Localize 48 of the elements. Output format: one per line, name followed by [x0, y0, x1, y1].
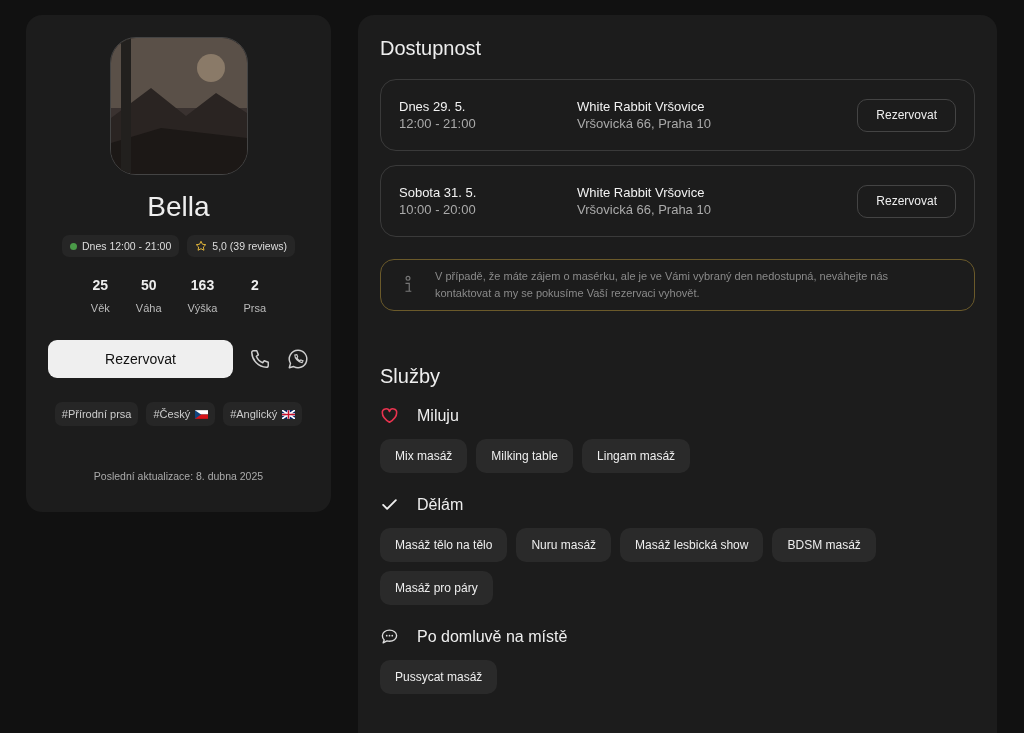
- last-updated: Poslední aktualizace: 8. dubna 2025: [93, 470, 264, 482]
- slot-time: 12:00 - 21:00: [399, 116, 477, 131]
- availability-badge: Dnes 12:00 - 21:00: [62, 235, 180, 257]
- hashtag: #Přírodní prsa: [54, 402, 139, 426]
- group-title: Miluju: [417, 406, 459, 425]
- hashtag: #Anglický: [223, 402, 303, 426]
- heart-icon: [380, 406, 399, 425]
- phone-icon[interactable]: [249, 348, 271, 370]
- service-chip: Pussycat masáž: [380, 660, 498, 694]
- venue-address: Vršovická 66, Praha 10: [577, 202, 712, 217]
- hashtag: #Český: [146, 402, 216, 426]
- book-button[interactable]: Rezervovat: [857, 184, 956, 218]
- service-chip: BDSM masáž: [772, 528, 876, 562]
- venue-name: White Rabbit Vršovice: [577, 99, 706, 114]
- service-chip: Nuru masáž: [516, 528, 612, 562]
- service-chip: Milking table: [476, 439, 574, 473]
- group-title: Po domluvě na místě: [417, 627, 568, 646]
- stat-value: 163: [190, 277, 215, 293]
- service-chip: Mix masáž: [380, 439, 468, 473]
- flag-icon: [282, 409, 296, 419]
- section-title: Dostupnost: [380, 37, 483, 60]
- stat-label: Věk: [90, 302, 110, 314]
- slot-day: Dnes 29. 5.: [399, 99, 577, 114]
- service-chip: Masáž pro páry: [380, 571, 493, 605]
- rating-badge: 5,0 (39 reviews): [187, 235, 295, 257]
- stat-value: 50: [140, 277, 157, 293]
- star-icon: [195, 240, 208, 252]
- notice-text: V případě, že máte zájem o masérku, ale je ve Vámi vybraný den nedostupná, neváhejte nás kontaktovat a my se pokusíme Vaší rezervaci vyhovět.: [435, 269, 890, 301]
- venue-name: White Rabbit Vršovice: [577, 185, 706, 200]
- group-title: Dělám: [417, 495, 464, 514]
- stat-label: Výška: [187, 302, 218, 314]
- book-button[interactable]: Rezervovat: [48, 340, 233, 378]
- profile-name: Bella: [147, 191, 210, 223]
- service-chip: Masáž tělo na tělo: [380, 528, 508, 562]
- stat-label: Prsa: [243, 302, 267, 314]
- flag-icon: [195, 409, 209, 419]
- slot-day: Sobota 31. 5.: [399, 185, 577, 200]
- venue-address: Vršovická 66, Praha 10: [577, 116, 712, 131]
- speech-bubble-icon: [380, 627, 399, 646]
- book-button[interactable]: Rezervovat: [857, 98, 956, 132]
- service-chip: Masáž lesbická show: [620, 528, 764, 562]
- slot-time: 10:00 - 20:00: [399, 202, 477, 217]
- section-title: Služby: [380, 365, 442, 388]
- service-chip: Lingam masáž: [582, 439, 691, 473]
- stat-value: 2: [250, 277, 259, 293]
- chat-bubble-icon[interactable]: [287, 348, 309, 370]
- stat-label: Váha: [135, 302, 162, 314]
- stat-value: 25: [92, 277, 109, 293]
